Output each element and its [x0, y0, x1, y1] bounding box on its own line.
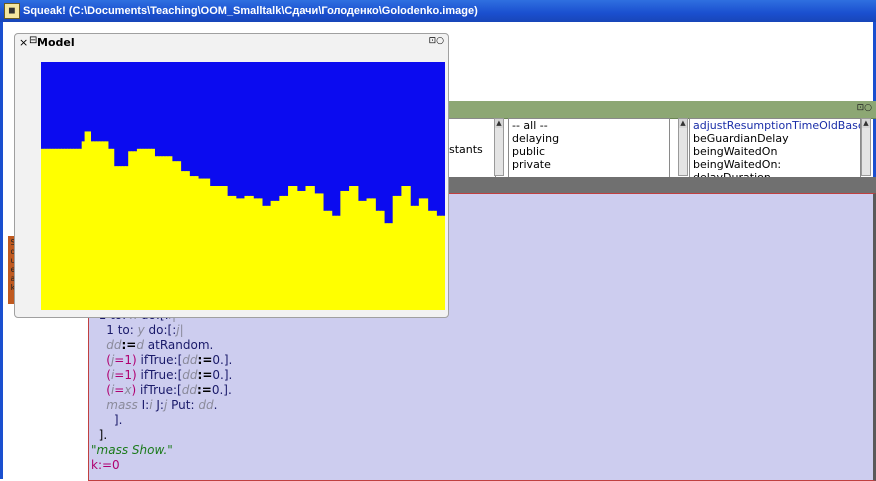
category-pane[interactable]: -- all -- delaying public private: [508, 118, 670, 178]
terrain-canvas: [41, 62, 445, 310]
code-line-10: "mass Show.": [91, 443, 173, 457]
method-item[interactable]: beGuardianDelay: [690, 132, 860, 145]
code-line-5: (i=1) ifTrue:[dd:=0.].: [106, 368, 233, 382]
category-item[interactable]: public: [509, 145, 669, 158]
method-pane-scrollbar[interactable]: ▲: [861, 118, 871, 176]
code-line-6: (i=x) ifTrue:[dd:=0.].: [106, 383, 232, 397]
category-pane-scrollbar[interactable]: ▲: [678, 118, 688, 176]
code-line-9: ].: [98, 428, 108, 442]
code-line-11: k:=0: [91, 458, 120, 472]
method-item[interactable]: beingWaitedOn:: [690, 158, 860, 171]
window-frame-left: [0, 22, 3, 479]
code-line-8: ].: [113, 413, 123, 427]
method-item[interactable]: beingWaitedOn: [690, 145, 860, 158]
scroll-up-arrow-icon[interactable]: ▲: [862, 119, 870, 128]
method-item-selected[interactable]: adjustResumptionTimeOldBase: [690, 119, 860, 132]
class-pane-scrollbar[interactable]: ▲: [494, 118, 504, 176]
code-line-7: mass I:i J:j Put: dd.: [106, 398, 218, 412]
category-item[interactable]: -- all --: [509, 119, 669, 132]
model-titlebar[interactable]: × ⊟ Model ⊡○: [15, 34, 448, 52]
close-icon[interactable]: ×: [19, 36, 28, 49]
code-line-3: dd:=d atRandom.: [106, 338, 214, 352]
code-line-4: (j=1) ifTrue:[dd:=0.].: [106, 353, 233, 367]
squeak-app-icon[interactable]: ◼: [4, 3, 20, 19]
scroll-up-arrow-icon[interactable]: ▲: [679, 119, 687, 128]
model-title: Model: [37, 36, 75, 49]
category-item[interactable]: delaying: [509, 132, 669, 145]
code-text[interactable]: 1 to: x do:[:i| 1 to: y do:[:j| dd:=d at…: [91, 308, 232, 473]
category-item[interactable]: private: [509, 158, 669, 171]
browser-window-icons[interactable]: ⊡○: [857, 103, 872, 113]
terrain-column: [442, 215, 445, 310]
model-window[interactable]: × ⊟ Model ⊡○: [14, 33, 449, 318]
window-titlebar: ◼ Squeak! (C:\Documents\Teaching\OOM_Sma…: [0, 0, 876, 22]
code-line-2: 1 to: y do:[:j|: [106, 323, 184, 337]
method-pane[interactable]: adjustResumptionTimeOldBase beGuardianDe…: [689, 118, 861, 178]
window-title: Squeak! (C:\Documents\Teaching\OOM_Small…: [23, 5, 478, 17]
scroll-up-arrow-icon[interactable]: ▲: [495, 119, 503, 128]
model-window-icons[interactable]: ⊡○: [429, 36, 444, 46]
